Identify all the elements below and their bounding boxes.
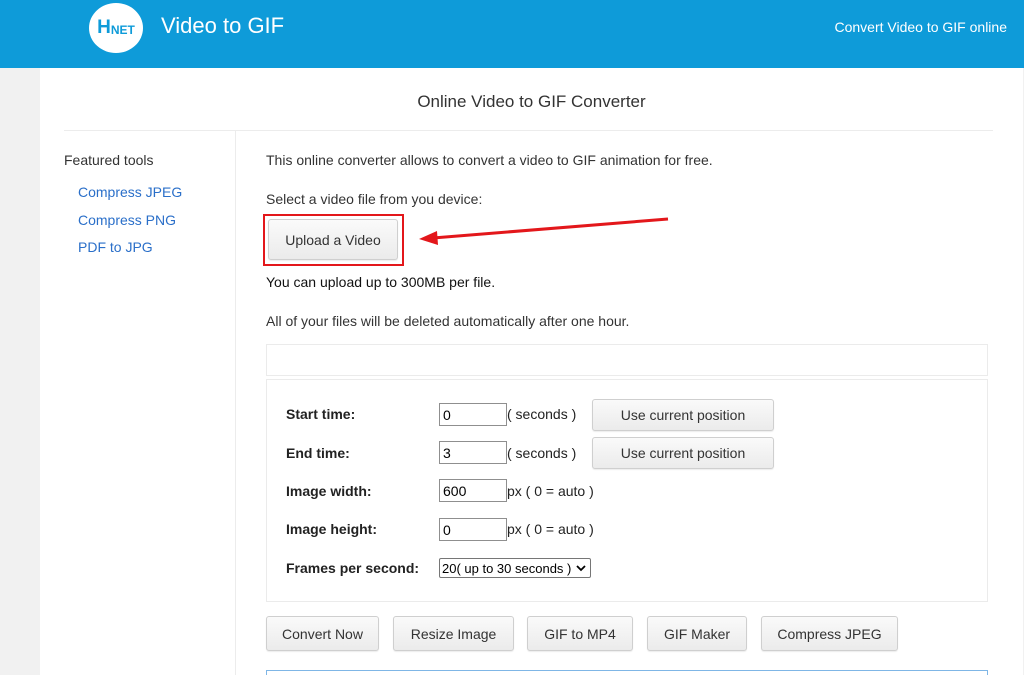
end-use-current-position-button[interactable]: Use current position <box>592 437 774 469</box>
sidebar-divider <box>235 131 236 675</box>
deletion-note: All of your files will be deleted automa… <box>266 313 630 329</box>
sidebar-link-compress-png[interactable]: Compress PNG <box>78 212 176 228</box>
start-time-label: Start time: <box>286 406 356 422</box>
intro-text: This online converter allows to convert … <box>266 152 713 168</box>
gif-maker-button[interactable]: GIF Maker <box>647 616 747 651</box>
upload-limit-text: You can upload up to 300MB per file. <box>266 274 496 290</box>
start-time-input[interactable] <box>439 403 507 426</box>
image-height-label: Image height: <box>286 521 378 537</box>
sidebar-link-pdf-to-jpg[interactable]: PDF to JPG <box>78 239 153 255</box>
start-use-current-position-button[interactable]: Use current position <box>592 399 774 431</box>
image-height-input[interactable] <box>439 518 507 541</box>
image-height-unit: px ( 0 = auto ) <box>507 521 594 537</box>
fps-select[interactable]: 20( up to 30 seconds ) <box>439 558 591 578</box>
select-prompt: Select a video file from you device: <box>266 191 483 207</box>
hnet-logo[interactable]: H NET <box>89 3 143 53</box>
content-panel: Online Video to GIF Converter Featured t… <box>40 68 1023 675</box>
chevron-down-icon <box>576 565 586 572</box>
red-arrow-icon <box>419 217 669 245</box>
image-width-input[interactable] <box>439 479 507 502</box>
resize-image-button[interactable]: Resize Image <box>393 616 514 651</box>
upload-video-button[interactable]: Upload a Video <box>268 219 398 260</box>
divider <box>64 130 993 131</box>
page-title: Online Video to GIF Converter <box>417 92 646 111</box>
end-time-label: End time: <box>286 445 350 461</box>
fps-selected-value: 20( up to 30 seconds ) <box>442 560 572 576</box>
end-time-unit: ( seconds ) <box>507 445 577 461</box>
site-title[interactable]: Video to GIF <box>161 13 284 39</box>
sidebar-link-compress-jpeg[interactable]: Compress JPEG <box>78 184 182 200</box>
start-time-unit: ( seconds ) <box>507 406 577 422</box>
image-width-label: Image width: <box>286 483 372 499</box>
header-bar: H NET Video to GIF Convert Video to GIF o… <box>0 0 1024 68</box>
gif-to-mp4-button[interactable]: GIF to MP4 <box>527 616 633 651</box>
fps-label: Frames per second: <box>286 560 420 576</box>
result-box <box>266 670 988 675</box>
compress-jpeg-button[interactable]: Compress JPEG <box>761 616 898 651</box>
convert-now-button[interactable]: Convert Now <box>266 616 379 651</box>
image-width-unit: px ( 0 = auto ) <box>507 483 594 499</box>
sidebar-heading: Featured tools <box>64 152 154 168</box>
end-time-input[interactable] <box>439 441 507 464</box>
preview-area <box>266 344 988 376</box>
header-tagline: Convert Video to GIF online <box>834 19 1007 35</box>
